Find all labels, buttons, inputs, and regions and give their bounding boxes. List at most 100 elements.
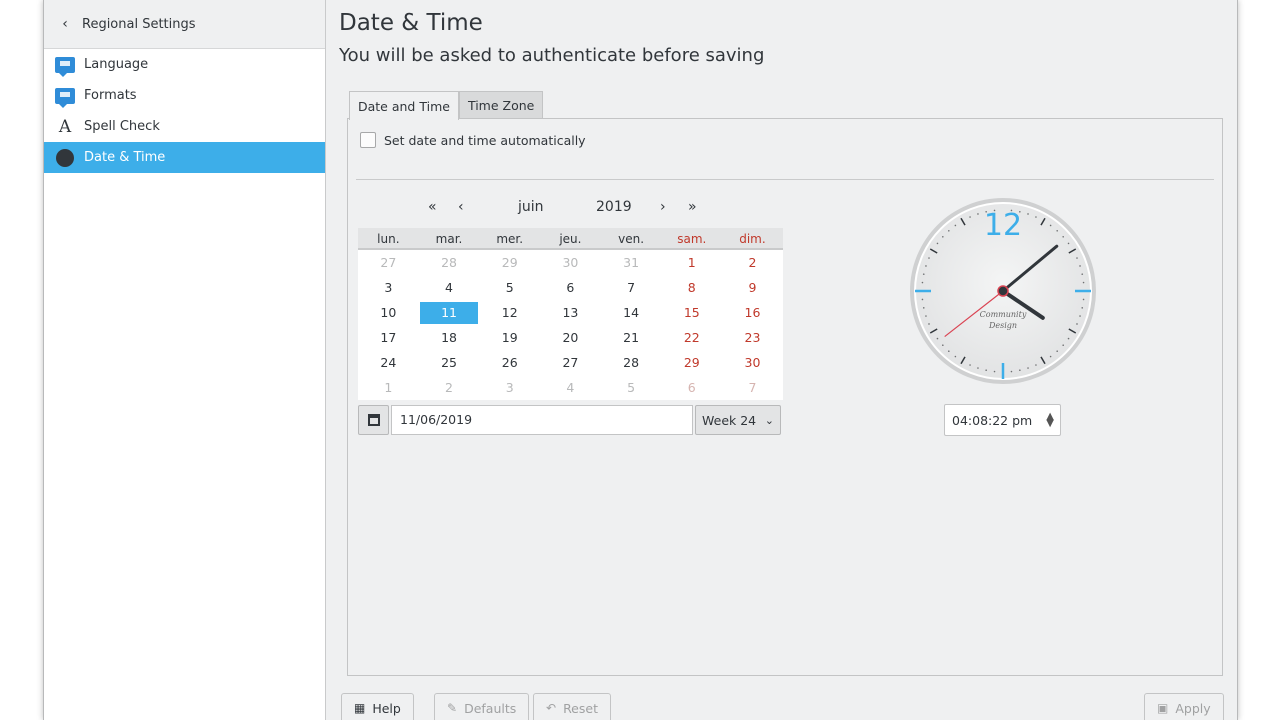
auto-time-row[interactable]: Set date and time automatically (360, 132, 586, 148)
page-title: Date & Time (339, 10, 483, 36)
calendar-day[interactable]: 4 (419, 275, 480, 300)
calendar-day[interactable]: 10 (358, 300, 419, 325)
defaults-button[interactable]: ✎ Defaults (434, 693, 530, 720)
weekday-label: ven. (618, 232, 645, 246)
calendar-day[interactable]: 6 (661, 375, 722, 400)
calendar-day[interactable]: 2 (722, 250, 783, 275)
calendar-week-row: 3456789 (358, 275, 783, 300)
calendar-day[interactable]: 19 (479, 325, 540, 350)
calendar-week-row: 24 25 26 27 28 29 30 (358, 350, 783, 375)
weekday-label: mar. (435, 232, 463, 246)
clock-minute-dot (1035, 364, 1037, 366)
clock-minute-dot (1081, 307, 1084, 309)
weekday-header: lun. mar. mer. jeu. ven. sam. dim. (358, 228, 783, 250)
calendar-day[interactable]: 14 (601, 300, 662, 325)
next-month-icon[interactable]: › (660, 199, 666, 215)
weekday-label: mer. (496, 232, 524, 246)
calendar-day[interactable]: 5 (601, 375, 662, 400)
clock-minute-dot (1027, 213, 1029, 215)
reset-button[interactable]: ↶ Reset (533, 693, 611, 720)
month-label[interactable]: juin (518, 199, 544, 215)
calendar-day[interactable]: 5 (479, 275, 540, 300)
previous-year-icon[interactable]: « (428, 199, 437, 215)
calendar-day[interactable]: 22 (661, 325, 722, 350)
chevron-left-icon[interactable]: ‹ (56, 16, 74, 32)
calendar-day[interactable]: 26 (479, 350, 540, 375)
tab-bar: Date and Time Time Zone (349, 91, 544, 120)
calendar-day[interactable]: 6 (540, 275, 601, 300)
calendar-day[interactable]: 21 (601, 325, 662, 350)
calendar-day[interactable]: 9 (722, 275, 783, 300)
apply-button[interactable]: ▣ Apply (1144, 693, 1224, 720)
date-input[interactable]: 11/06/2019 (391, 405, 693, 435)
time-spinbox[interactable]: 04:08:22 pm ▲ ▼ (944, 404, 1061, 436)
weekday-label: lun. (377, 232, 400, 246)
sidebar-header[interactable]: ‹ Regional Settings (44, 0, 325, 49)
calendar-day[interactable]: 27 (358, 250, 419, 275)
calendar-day[interactable]: 27 (540, 350, 601, 375)
calendar-day[interactable]: 28 (419, 250, 480, 275)
defaults-icon: ✎ (447, 701, 458, 715)
week-select[interactable]: Week 24 ⌄ (695, 405, 781, 435)
clock-minute-dot (954, 224, 957, 227)
calendar-day[interactable]: 15 (661, 300, 722, 325)
apply-button-label: Apply (1175, 700, 1211, 716)
calendar-day[interactable]: 7 (601, 275, 662, 300)
help-button[interactable]: ▦ Help (341, 693, 414, 720)
next-year-icon[interactable]: » (688, 199, 697, 215)
calendar-grid: lun. mar. mer. jeu. ven. sam. dim. 27 28 29 30 31 1… (358, 228, 783, 400)
calendar-day[interactable]: 3 (479, 375, 540, 400)
spin-arrows-icon[interactable]: ▲ ▼ (1046, 412, 1054, 429)
calendar-day[interactable]: 20 (540, 325, 601, 350)
calendar-day[interactable]: 7 (722, 375, 783, 400)
calendar-days: 27 28 29 30 31 1 2 3 4 5 6 7 8 9 10 11 12 13 14 15 16 17 18 19 2… (358, 250, 783, 400)
year-label[interactable]: 2019 (596, 199, 632, 215)
calendar-day[interactable]: 30 (722, 350, 783, 375)
calendar-day[interactable]: 18 (419, 325, 480, 350)
calendar-day[interactable]: 3 (358, 275, 419, 300)
calendar-day[interactable]: 1 (661, 250, 722, 275)
calendar-week-row: 27 28 29 30 31 1 2 (358, 250, 783, 275)
page-subtitle: You will be asked to authenticate before… (339, 45, 765, 66)
calendar-day[interactable]: 11 (419, 300, 480, 325)
calendar-day[interactable]: 29 (479, 250, 540, 275)
clock-minute-dot (1035, 216, 1037, 218)
sidebar-item-language[interactable]: Language (44, 49, 325, 80)
calendar-day[interactable]: 13 (540, 300, 601, 325)
sidebar-item-label: Formats (84, 88, 137, 103)
clock-minute-dot (921, 298, 924, 301)
clock-minute-dot (928, 257, 930, 259)
calendar-day[interactable]: 30 (540, 250, 601, 275)
clock-minute-dot (925, 315, 927, 317)
sidebar-item-spell-check[interactable]: A Spell Check (44, 111, 325, 142)
calendar-day[interactable]: 29 (661, 350, 722, 375)
auto-time-checkbox[interactable] (360, 132, 376, 148)
sidebar-item-label: Date & Time (84, 150, 166, 165)
previous-month-icon[interactable]: ‹ (458, 199, 464, 215)
calendar-day[interactable]: 28 (601, 350, 662, 375)
chevron-down-icon: ⌄ (764, 413, 774, 427)
calendar-day[interactable]: 17 (358, 325, 419, 350)
calendar-day[interactable]: 8 (661, 275, 722, 300)
clock-minute-dot (948, 230, 950, 232)
calendar-day[interactable]: 16 (722, 300, 783, 325)
calendar-day[interactable]: 2 (419, 375, 480, 400)
calendar-day[interactable]: 23 (722, 325, 783, 350)
calendar-day[interactable]: 31 (601, 250, 662, 275)
calendar-day[interactable]: 25 (419, 350, 480, 375)
calendar-day[interactable]: 1 (358, 375, 419, 400)
calendar-day[interactable]: 4 (540, 375, 601, 400)
calendar-icon[interactable] (358, 405, 389, 435)
clock-minute-dot (1019, 369, 1021, 372)
clock-minute-dot (928, 323, 930, 325)
tab-time-zone[interactable]: Time Zone (458, 91, 544, 119)
calendar-day[interactable]: 12 (479, 300, 540, 325)
tab-date-and-time[interactable]: Date and Time (349, 91, 459, 120)
sidebar-item-date-time[interactable]: Date & Time (44, 142, 325, 173)
settings-window: ‹ Regional Settings Language Formats A S… (43, 0, 1238, 720)
calendar-day[interactable]: 24 (358, 350, 419, 375)
sidebar-item-formats[interactable]: Formats (44, 80, 325, 111)
tab-panel: Set date and time automatically « ‹ juin… (347, 118, 1223, 676)
selected-day[interactable]: 11 (420, 301, 479, 324)
clock-minute-dot (1056, 230, 1058, 232)
